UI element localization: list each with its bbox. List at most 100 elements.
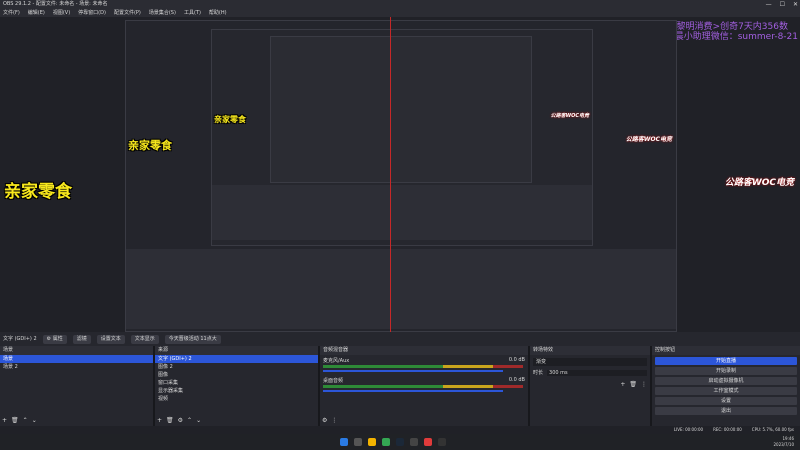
status-bar: LIVE: 00:00:00 REC: 00:00:00 CPU: 5.7%, … (0, 426, 800, 434)
live-timer: LIVE: 00:00:00 (673, 427, 704, 432)
system-clock[interactable]: 19:46 2023/7/10 (773, 436, 794, 448)
start-recording-button[interactable]: 开始录制 (655, 367, 797, 375)
volume-slider[interactable] (323, 390, 503, 392)
exit-button[interactable]: 退出 (655, 407, 797, 415)
logo-badge: 公路客WOC电竞 (724, 178, 794, 188)
properties-button[interactable]: ⚙ 属性 (42, 334, 67, 344)
more-icon[interactable]: ⋮ (331, 417, 337, 424)
mixer-channel-db: 0.0 dB (508, 357, 525, 363)
sources-footer: + 🗑 ⚙ ⌃ ⌄ (157, 417, 201, 424)
duration-input[interactable]: 300 ms (547, 369, 647, 376)
sources-dock: 来源 文字 (GDI+) 2 图像 2 图像 窗口采集 显示器采集 视频 + 🗑… (155, 346, 318, 426)
app-icon[interactable] (438, 438, 446, 446)
menu-help[interactable]: 帮助(H) (209, 9, 227, 17)
up-icon[interactable]: ⌃ (23, 417, 28, 424)
trash-icon[interactable]: 🗑 (11, 417, 19, 424)
mixer-dock: 音频混音器 麦克风/Aux 0.0 dB 桌面音频 0.0 dB ⚙ ⋮ (320, 346, 528, 426)
duration-row: 时长 300 ms (530, 369, 650, 376)
menu-file[interactable]: 文件(F) (3, 9, 20, 17)
source-toolbar: 文字 (GDI+) 2 ⚙ 属性 滤镜 设置文本 文本显示 今天晋级活动 11点… (0, 332, 800, 346)
transition-actions: + 🗑 ⋮ (620, 381, 647, 388)
start-streaming-button[interactable]: 开始直播 (655, 357, 797, 365)
add-icon[interactable]: + (2, 417, 7, 424)
maximize-button[interactable]: ☐ (780, 0, 785, 9)
down-icon[interactable]: ⌄ (32, 417, 37, 424)
source-item[interactable]: 文字 (GDI+) 2 (155, 355, 318, 363)
yellow-label: 亲家零食 (4, 182, 72, 202)
obs-icon[interactable] (410, 438, 418, 446)
nested-preview: 亲家零食 公路客WOC电竞 亲家零食 公路客WOC电竞 (125, 20, 677, 332)
search-icon[interactable] (354, 438, 362, 446)
menu-tools[interactable]: 工具(T) (184, 9, 201, 17)
settings-button[interactable]: 设置 (655, 397, 797, 405)
preview-canvas[interactable]: 今天晋级活动 11点大 <黎明消费>创奇7天内356数 刷晨小助理微信：summ… (0, 17, 800, 332)
nested-docks (212, 185, 592, 240)
source-item[interactable]: 窗口采集 (155, 379, 318, 387)
menu-scene-collection[interactable]: 场景集合(S) (149, 9, 176, 17)
more-icon[interactable]: ⋮ (641, 381, 647, 388)
nested-preview-2: 亲家零食 公路客WOC电竞 (211, 29, 593, 246)
dock-area: 场景 场景 场景 2 + 🗑 ⌃ ⌄ 来源 文字 (GDI+) 2 图像 2 图… (0, 346, 800, 426)
mixer-channel-db: 0.0 dB (508, 377, 525, 383)
menu-edit[interactable]: 编辑(E) (28, 9, 45, 17)
duration-label: 时长 (533, 370, 544, 376)
window-title: OBS 29.1.2 - 配置文件: 未命名 - 场景: 未命名 (3, 1, 108, 7)
source-item[interactable]: 图像 2 (155, 363, 318, 371)
transition-select[interactable]: 渐变 (533, 358, 647, 366)
transitions-dock: 转场特效 渐变 时长 300 ms + 🗑 ⋮ (530, 346, 650, 426)
gear-icon[interactable]: ⚙ (178, 417, 183, 424)
filters-button[interactable]: 滤镜 (72, 334, 91, 344)
cpu-usage: CPU: 5.7%, 60.00 fps (751, 427, 794, 432)
scenes-header: 场景 (0, 346, 153, 355)
scene-item[interactable]: 场景 2 (0, 363, 153, 371)
purple-line-2: 刷晨小助理微信：summer-8-21 (665, 32, 798, 42)
file-explorer-icon[interactable] (368, 438, 376, 446)
volume-meter (323, 365, 523, 368)
menu-bar: 文件(F) 编辑(E) 视图(V) 停靠窗口(D) 配置文件(P) 场景集合(S… (0, 9, 800, 17)
source-item[interactable]: 图像 (155, 371, 318, 379)
menu-profile[interactable]: 配置文件(P) (114, 9, 141, 17)
steam-icon[interactable] (396, 438, 404, 446)
add-icon[interactable]: + (157, 417, 162, 424)
taskbar: 19:46 2023/7/10 (0, 434, 800, 450)
title-bar: OBS 29.1.2 - 配置文件: 未命名 - 场景: 未命名 — ☐ ✕ (0, 0, 800, 9)
mixer-footer: ⚙ ⋮ (322, 417, 337, 424)
studio-mode-button[interactable]: 工作室模式 (655, 387, 797, 395)
scene-item[interactable]: 场景 (0, 355, 153, 363)
volume-meter (323, 385, 523, 388)
current-source-label: 文字 (GDI+) 2 (3, 336, 37, 342)
nested2-logo: 公路客WOC电竞 (550, 113, 589, 119)
add-icon[interactable]: + (620, 381, 625, 388)
menu-view[interactable]: 视图(V) (53, 9, 70, 17)
mixer-channel-name: 麦克风/Aux (323, 358, 350, 364)
close-button[interactable]: ✕ (793, 0, 798, 9)
nested-logo: 公路客WOC电竞 (625, 136, 672, 143)
virtual-camera-button[interactable]: 启动虚拟摄像机 (655, 377, 797, 385)
trash-icon[interactable]: 🗑 (629, 381, 637, 388)
controls-header: 控制按钮 (652, 346, 800, 355)
nested-yellow-label: 亲家零食 (128, 139, 172, 152)
source-item[interactable]: 显示器采集 (155, 387, 318, 395)
nested-preview-3 (270, 36, 532, 183)
center-guide-line (390, 17, 391, 332)
trash-icon[interactable]: 🗑 (166, 417, 174, 424)
minimize-button[interactable]: — (766, 0, 772, 9)
nested-docks-outer (126, 249, 676, 329)
scenes-footer: + 🗑 ⌃ ⌄ (2, 417, 37, 424)
down-icon[interactable]: ⌄ (196, 417, 201, 424)
menu-docks[interactable]: 停靠窗口(D) (78, 9, 106, 17)
source-item[interactable]: 视频 (155, 395, 318, 403)
up-icon[interactable]: ⌃ (187, 417, 192, 424)
windows-start-icon[interactable] (340, 438, 348, 446)
marquee-text[interactable]: 今天晋级活动 11点大 (164, 334, 221, 344)
chrome-icon[interactable] (382, 438, 390, 446)
gear-icon[interactable]: ⚙ (322, 417, 327, 424)
nested2-yellow-label: 亲家零食 (214, 115, 246, 124)
text-display-button[interactable]: 文本显示 (130, 334, 159, 344)
mixer-channel: 麦克风/Aux 0.0 dB (320, 355, 528, 375)
text-button[interactable]: 设置文本 (96, 334, 125, 344)
app-icon[interactable] (424, 438, 432, 446)
rec-timer: REC: 00:00:00 (713, 427, 742, 432)
volume-slider[interactable] (323, 370, 503, 372)
taskbar-icons (340, 438, 446, 446)
